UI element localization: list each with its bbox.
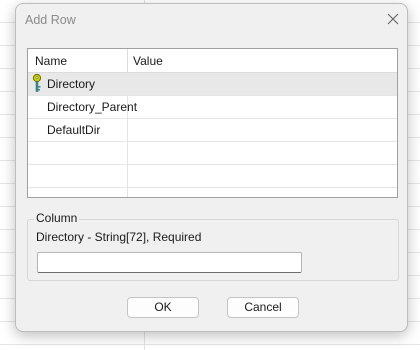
header-separator: [127, 49, 128, 73]
row-name: Directory: [47, 77, 96, 91]
column-value-input[interactable]: [37, 252, 302, 273]
column-header-value[interactable]: Value: [133, 49, 163, 73]
empty-row: [28, 142, 397, 165]
column-header-name[interactable]: Name: [35, 49, 67, 73]
dialog-title: Add Row: [25, 13, 76, 27]
grid-header: Name Value: [28, 49, 397, 73]
column-group-label: Column: [34, 211, 80, 225]
key-icon: [30, 73, 44, 95]
close-icon[interactable]: [385, 11, 401, 27]
row-name: Directory_Parent: [47, 100, 138, 114]
cancel-button[interactable]: Cancel: [227, 297, 299, 318]
table-row[interactable]: Directory_Parent: [28, 96, 397, 119]
add-row-dialog: Add Row Name Value Directory Directory_P…: [15, 3, 408, 332]
table-row[interactable]: DefaultDir: [28, 119, 397, 142]
empty-row: [28, 165, 397, 188]
table-row[interactable]: Directory: [28, 73, 397, 96]
row-name: DefaultDir: [47, 123, 101, 137]
row-grid[interactable]: Name Value Directory Directory_Parent De…: [27, 48, 398, 198]
column-description: Directory - String[72], Required: [36, 230, 202, 244]
ok-button[interactable]: OK: [127, 297, 199, 318]
